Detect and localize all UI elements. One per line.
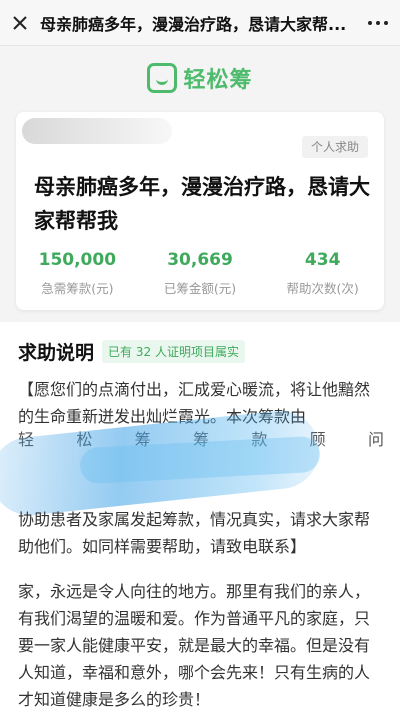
close-icon — [13, 15, 27, 30]
more-button[interactable] — [356, 0, 400, 46]
stat-target: 150,000 急需筹款(元) — [16, 250, 139, 297]
stat-helps: 434 帮助次数(次) — [261, 250, 384, 297]
stat-label: 急需筹款(元) — [41, 281, 114, 296]
section-title: 求助说明 — [18, 342, 95, 364]
brand-logo-icon — [147, 63, 178, 93]
hidden-char: 问 — [367, 430, 384, 449]
help-description-section: 求助说明 已有 32 人证明项目属实 【愿您们的点滴付出，汇成爱心暖流，将让他黯… — [0, 322, 400, 724]
stat-raised: 30,669 已筹金额(元) — [139, 250, 262, 297]
fundraiser-card[interactable]: 个人求助 母亲肺癌多年，漫漫治疗路，恳请大家帮帮我 150,000 急需筹款(元… — [16, 112, 384, 310]
brand-header: 轻松筹 — [0, 58, 400, 98]
stat-label: 已筹金额(元) — [163, 281, 237, 296]
stat-label: 帮助次数(次) — [286, 281, 359, 296]
fundraiser-title: 母亲肺癌多年，漫漫治疗路，恳请大家帮帮我 — [34, 175, 370, 233]
stats-row: 150,000 急需筹款(元) 30,669 已筹金额(元) 434 帮助次数(… — [16, 250, 384, 297]
verification-badge[interactable]: 已有 32 人证明项目属实 — [102, 340, 245, 363]
story-paragraph: 家，永远是令人向往的地方。那里有我们的亲人，有我们渴望的温暖和爱。作为普通平凡的… — [18, 582, 371, 709]
brand-name: 轻松筹 — [183, 68, 253, 93]
stat-value: 30,669 — [167, 250, 233, 270]
redacted-user-area — [22, 118, 172, 144]
top-bar: 母亲肺癌多年，漫漫治疗路，恳请大家帮... — [0, 0, 400, 46]
close-button[interactable] — [0, 0, 40, 46]
verify-prefix: 已有 — [108, 345, 133, 359]
verify-suffix: 人证明项目属实 — [154, 345, 239, 359]
stat-value: 434 — [304, 250, 341, 270]
page-title: 母亲肺癌多年，漫漫治疗路，恳请大家帮... — [40, 14, 347, 34]
description-paragraph-end: 协助患者及家属发起筹款，情况真实，请求大家帮助他们。如同样需要帮助，请致电联系】 — [18, 510, 371, 556]
category-tag: 个人求助 — [301, 136, 368, 158]
verify-count: 32 — [135, 345, 152, 359]
section-header: 求助说明 已有 32 人证明项目属实 — [18, 338, 245, 365]
more-dots-icon — [368, 20, 372, 25]
stat-value: 150,000 — [38, 250, 117, 270]
